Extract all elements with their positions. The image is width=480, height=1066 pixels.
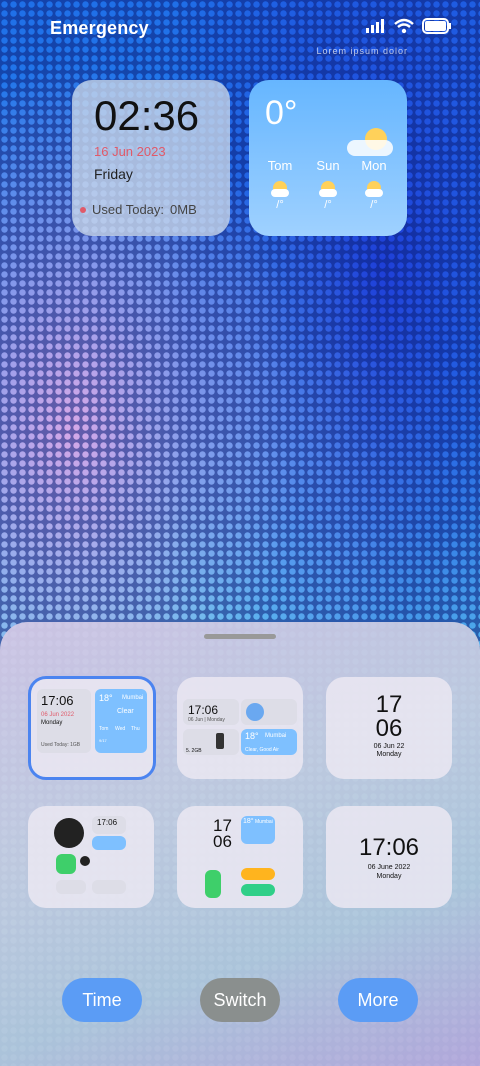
preview-city: Mumbai [255,819,273,825]
status-icons [366,18,452,34]
preview-city: Mumbai [265,733,287,739]
forecast-day-label: Mon [361,158,387,173]
usage-label: Used Today: [92,202,165,217]
preview-condition: Clear [117,708,134,715]
battery-icon [422,18,451,34]
usage-dot-icon [80,206,86,213]
battery-tile-icon [205,870,221,898]
forecast-day: Sun /° [305,158,351,211]
signal-icon [366,19,384,33]
cloud-icon [347,140,393,156]
status-subtext: Lorem ipsum dolor [316,46,408,56]
preview-day: Monday [41,720,63,726]
style-option-5[interactable]: 17 06 18° Mumbai [177,806,303,908]
preview-date: 06 June 2022 [367,864,411,871]
partly-sunny-icon [319,181,337,197]
green-tile-icon [241,884,275,896]
preview-minute: 06 [375,715,403,742]
preview-day3: Thu [131,726,140,732]
drag-handle[interactable] [204,634,276,639]
switch-button[interactable]: Switch [200,978,280,1022]
status-bar: Emergency Lorem ipsum dolor [0,0,480,58]
preview-range: 9/17 [99,738,107,743]
preview-temp: 18° [99,693,113,703]
forecast-range: /° [370,199,378,211]
preview-time: 17:06 [188,703,219,717]
carrier-label: Emergency [50,18,149,38]
preview-temp: 18° [245,731,259,741]
preview-day: Monday [376,751,402,758]
clock-time: 02:36 [94,92,200,139]
style-option-4[interactable]: 17:06 [28,806,154,908]
forecast-day-label: Sun [316,158,340,173]
battery-tile-icon [56,854,76,874]
wifi-icon [394,18,414,34]
record-icon [80,856,90,866]
flashlight-icon [216,733,224,749]
preview-time: 17:06 [358,834,420,861]
preview-storage: 5. 2GB [186,748,202,754]
time-button[interactable]: Time [62,978,142,1022]
forecast-day: Mon /° [351,158,397,211]
weather-temp: 0° [265,94,298,132]
preview-day2: Wed [115,726,126,732]
forecast-range: /° [276,199,284,211]
analog-clock-icon [54,818,84,848]
preview-weather-block [92,836,126,850]
clock-date: 16 Jun 2023 [94,144,166,159]
music-disc-icon [246,703,264,721]
preview-city: Mumbai [122,695,144,701]
style-option-6[interactable]: 17:06 06 June 2022 Monday [326,806,452,908]
style-option-2[interactable]: 17:06 06 Jun | Monday 5. 2GB 18° Mumbai … [177,677,303,779]
wifi-tile-icon [56,880,86,894]
preview-temp: 18° [243,818,254,825]
preview-date: 06 Jun 2022 [41,712,75,718]
widget-style-sheet: 17:06 06 Jun 2022 Monday Used Today: 1GB… [0,622,480,1066]
partly-sunny-icon [271,181,289,197]
usage-value: 0MB [170,202,197,217]
preview-time: 17:06 [97,818,118,827]
more-button[interactable]: More [338,978,418,1022]
partly-sunny-icon [365,181,383,197]
clock-day: Friday [94,166,133,182]
preview-date: 06 Jun | Monday [188,717,225,723]
style-option-1[interactable]: 17:06 06 Jun 2022 Monday Used Today: 1GB… [28,676,156,780]
forecast-day: Tom /° [257,158,303,211]
preview-day1: Tom [99,726,109,732]
preview-date: 06 Jun 22 [373,743,405,750]
forecast-range: /° [324,199,332,211]
preview-condition: Clear, Good Air [245,747,279,753]
preview-minute: 06 [213,832,232,851]
forecast-day-label: Tom [267,158,293,173]
bike-tile-icon [92,880,126,894]
clock-widget[interactable]: 02:36 16 Jun 2023 Friday Used Today: 0MB [72,80,230,236]
weather-widget[interactable]: 0° Tom /° Sun /° Mon /° [249,80,407,236]
preview-day: Monday [376,873,402,880]
style-option-3[interactable]: 17 06 06 Jun 22 Monday [326,677,452,779]
preview-usage: Used Today: 1GB [41,742,81,748]
preview-time: 17:06 [41,693,74,708]
data-usage: Used Today: 0MB [80,202,197,217]
orange-tile-icon [241,868,275,880]
